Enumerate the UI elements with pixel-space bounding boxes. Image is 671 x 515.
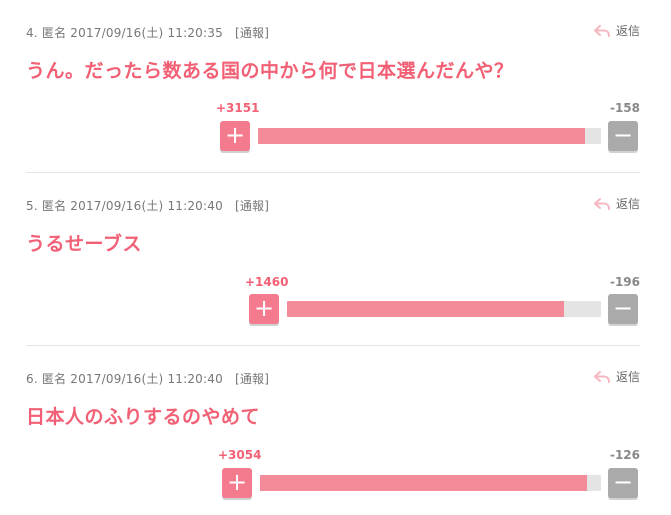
- comment-author: 匿名: [41, 26, 67, 40]
- vote-ratio-fill: [260, 475, 588, 491]
- minus-count: -158: [609, 101, 640, 115]
- report-link[interactable]: [通報]: [235, 199, 269, 213]
- vote-ratio-bar: [258, 128, 601, 144]
- comment-author: 匿名: [41, 199, 67, 213]
- plus-count: +3151: [216, 101, 260, 115]
- comment-body: うん。だったら数ある国の中から何で日本選んだんや？: [26, 60, 514, 82]
- comment-timestamp: 2017/09/16(土) 11:20:40: [70, 199, 223, 213]
- plus-vote-button[interactable]: +: [222, 468, 252, 498]
- reply-label: 返信: [615, 197, 640, 211]
- comment-body: うるせーブス: [26, 233, 142, 255]
- comment-timestamp: 2017/09/16(土) 11:20:35: [70, 26, 223, 40]
- report-link[interactable]: [通報]: [235, 372, 269, 386]
- comment-author: 匿名: [41, 372, 67, 386]
- plus-vote-button[interactable]: +: [249, 294, 279, 324]
- reply-arrow-icon: [593, 197, 610, 210]
- comment-number: 5.: [26, 199, 38, 213]
- reply-button[interactable]: 返信: [593, 195, 640, 212]
- comment-body: 日本人のふりするのやめて: [26, 406, 261, 428]
- minus-count: -196: [609, 275, 640, 289]
- vote-ratio-bar: [287, 301, 601, 317]
- reply-label: 返信: [615, 24, 640, 38]
- minus-vote-button[interactable]: −: [608, 468, 638, 498]
- plus-count: +3054: [218, 448, 262, 462]
- reply-arrow-icon: [593, 370, 610, 383]
- divider: [26, 172, 640, 173]
- reply-label: 返信: [615, 370, 640, 384]
- divider: [26, 345, 640, 346]
- comment-meta: 5. 匿名 2017/09/16(土) 11:20:40 [通報]: [26, 197, 269, 214]
- reply-button[interactable]: 返信: [593, 22, 640, 39]
- comment-number: 4.: [26, 26, 38, 40]
- minus-vote-button[interactable]: −: [608, 121, 638, 151]
- vote-ratio-fill: [287, 301, 564, 317]
- minus-count: -126: [609, 448, 640, 462]
- reply-button[interactable]: 返信: [593, 368, 640, 385]
- vote-ratio-fill: [258, 128, 585, 144]
- comment-meta: 4. 匿名 2017/09/16(土) 11:20:35 [通報]: [26, 24, 269, 41]
- plus-count: +1460: [245, 275, 289, 289]
- minus-vote-button[interactable]: −: [608, 294, 638, 324]
- plus-vote-button[interactable]: +: [220, 121, 250, 151]
- comment-timestamp: 2017/09/16(土) 11:20:40: [70, 372, 223, 386]
- comment-number: 6.: [26, 372, 38, 386]
- report-link[interactable]: [通報]: [235, 26, 269, 40]
- comment-meta: 6. 匿名 2017/09/16(土) 11:20:40 [通報]: [26, 370, 269, 387]
- reply-arrow-icon: [593, 24, 610, 37]
- vote-ratio-bar: [260, 475, 601, 491]
